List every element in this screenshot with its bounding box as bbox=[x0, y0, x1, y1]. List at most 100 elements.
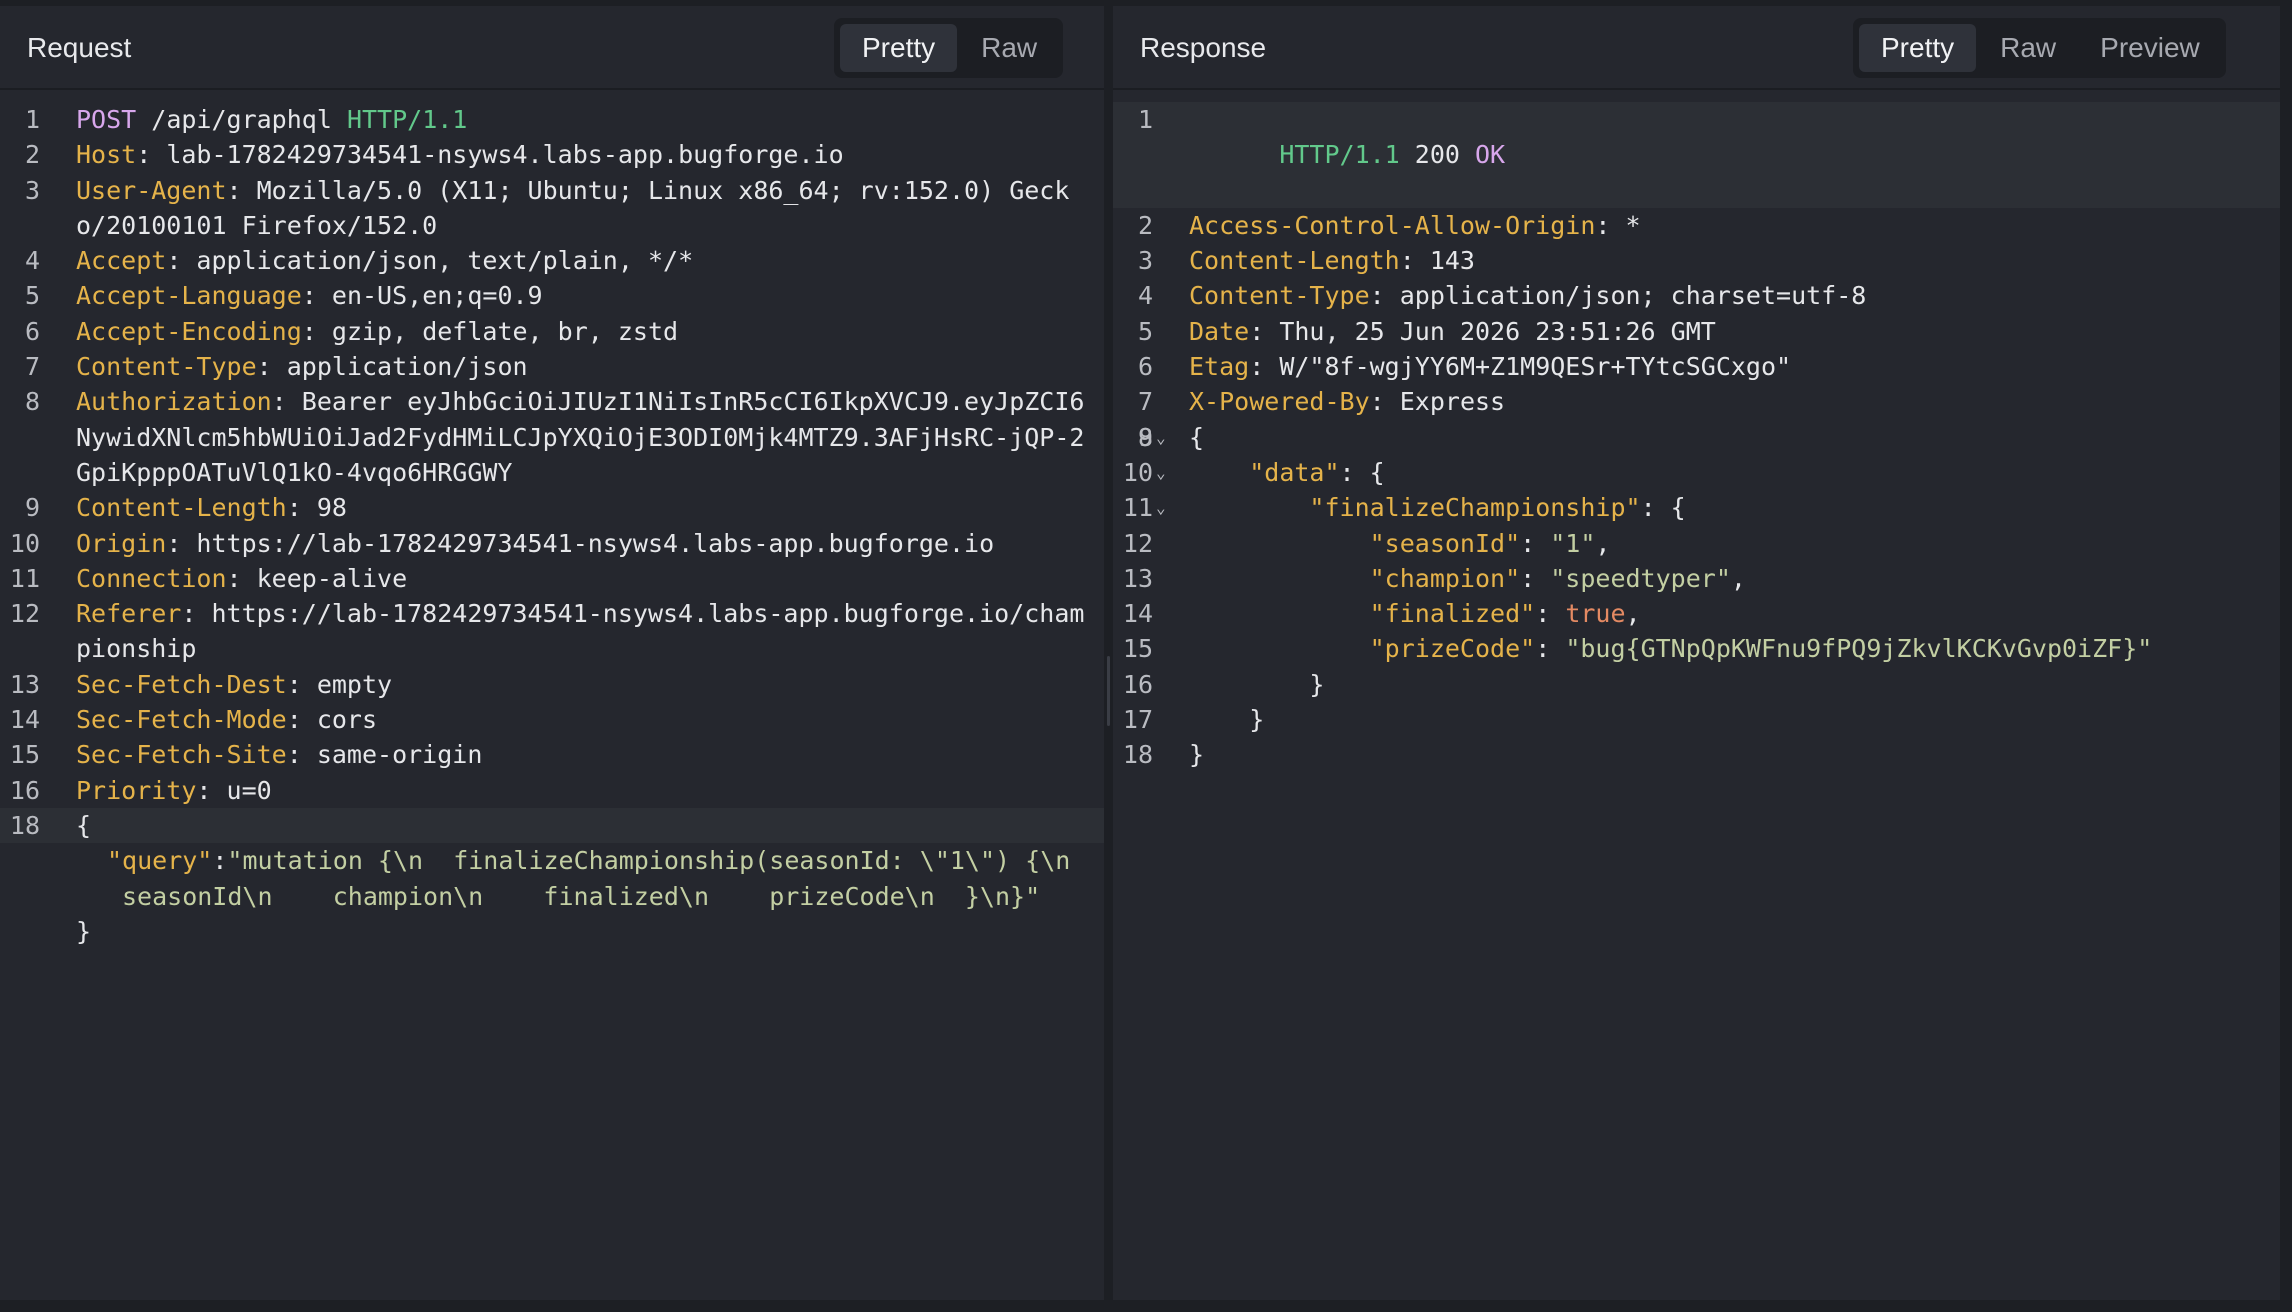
response-title: Response bbox=[1140, 32, 1267, 63]
response-editor[interactable]: 1 HTTP/1.1 200 OK 2 Access-Control-Allow-O… bbox=[1113, 102, 2280, 773]
response-tab-pretty[interactable]: Pretty bbox=[1859, 24, 1977, 72]
header-value-continued: o/20100101 Firefox/152.0 bbox=[76, 210, 438, 240]
response-header-line: 7 X-Powered-By: Express bbox=[1113, 384, 2280, 419]
json-punct: : { bbox=[1640, 493, 1686, 523]
request-line: 14 Sec-Fetch-Mode: cors bbox=[0, 702, 1104, 737]
request-line: 15 Sec-Fetch-Site: same-origin bbox=[0, 737, 1104, 772]
header-value: application/json; charset=utf-8 bbox=[1399, 281, 1867, 311]
request-view-tabs: Pretty Raw bbox=[834, 18, 1064, 78]
header-name: X-Powered-By bbox=[1189, 387, 1370, 417]
request-line: 13 Sec-Fetch-Dest: empty bbox=[0, 667, 1104, 702]
line-number: 9 bbox=[1137, 422, 1153, 452]
json-key: "finalizeChampionship" bbox=[1309, 493, 1641, 523]
json-key: "query" bbox=[107, 846, 213, 876]
json-brace: } bbox=[1189, 740, 1205, 770]
line-number: 18 bbox=[1122, 740, 1153, 770]
header-name: Content-Length bbox=[76, 493, 287, 523]
line-number: 15 bbox=[1122, 634, 1153, 664]
header-value-continued: GpiKpppOATuVlQ1kO-4vqo6HRGGWY bbox=[76, 457, 513, 487]
line-number: 1 bbox=[1137, 105, 1153, 134]
fold-chevron-icon[interactable]: ⌄ bbox=[1156, 490, 1166, 525]
json-key: "data" bbox=[1249, 457, 1340, 487]
json-key: "prizeCode" bbox=[1369, 634, 1536, 664]
header-name: Authorization bbox=[76, 387, 272, 417]
request-line: 16 Priority: u=0 bbox=[0, 773, 1104, 808]
header-value: gzip, deflate, br, zstd bbox=[331, 316, 679, 346]
header-name: Content-Type bbox=[76, 352, 257, 382]
json-key: "seasonId" bbox=[1369, 528, 1521, 558]
json-line: 18} bbox=[1113, 737, 2280, 772]
json-line: 13 "champion": "speedtyper", bbox=[1113, 561, 2280, 596]
fold-chevron-icon[interactable]: ⌄ bbox=[1156, 455, 1166, 490]
response-header-line: 6 Etag: W/"8f-wgjYY6M+Z1M9QESr+TYtcSGCxgo… bbox=[1113, 349, 2280, 384]
request-line: 12 Referer: https://lab-1782429734541-nsy… bbox=[0, 596, 1104, 631]
json-string-prize-code: "bug{GTNpQpKWFnu9fPQ9jZkvlKCKvGvp0iZF}" bbox=[1565, 634, 2153, 664]
json-key: "champion" bbox=[1369, 563, 1521, 593]
request-line: 6 Accept-Encoding: gzip, deflate, br, zst… bbox=[0, 314, 1104, 349]
json-brace: } bbox=[76, 916, 92, 946]
line-number: 8 bbox=[24, 387, 40, 417]
request-line: 5 Accept-Language: en-US,en;q=0.9 bbox=[0, 278, 1104, 313]
line-number: 12 bbox=[9, 599, 40, 629]
json-brace: { bbox=[1189, 422, 1205, 452]
response-status-code: 200 bbox=[1399, 140, 1475, 170]
response-pane: Response Pretty Raw Preview 1 HTTP/1.1 20… bbox=[1113, 6, 2280, 1306]
header-name: Origin bbox=[76, 528, 167, 558]
response-tab-raw[interactable]: Raw bbox=[1980, 24, 2076, 72]
request-body-line: "query":"mutation {\n finalizeChampionsh… bbox=[107, 846, 1071, 876]
response-protocol: HTTP/1.1 bbox=[1279, 140, 1400, 170]
request-method: POST bbox=[76, 105, 137, 134]
header-name: Accept bbox=[76, 246, 167, 276]
request-body-line: } bbox=[0, 914, 1104, 949]
line-number: 12 bbox=[1122, 528, 1153, 558]
header-value: same-origin bbox=[316, 740, 483, 770]
header-name: Accept-Language bbox=[76, 281, 302, 311]
header-value: 98 bbox=[316, 493, 347, 523]
line-number: 4 bbox=[24, 246, 40, 276]
response-header-line: 2 Access-Control-Allow-Origin: * bbox=[1113, 208, 2280, 243]
header-name: Content-Type bbox=[1189, 281, 1370, 311]
header-value: keep-alive bbox=[256, 563, 408, 593]
line-number: 10 bbox=[1122, 457, 1153, 487]
header-value: 143 bbox=[1429, 246, 1475, 276]
fold-chevron-icon[interactable]: ⌄ bbox=[1156, 420, 1166, 455]
json-line: 17 } bbox=[1113, 702, 2280, 737]
request-line-wrap: o/20100101 Firefox/152.0 bbox=[0, 208, 1104, 243]
json-string: seasonId\n champion\n finalized\n prizeC… bbox=[122, 881, 1041, 911]
json-string: "1" bbox=[1550, 528, 1596, 558]
line-number: 2 bbox=[1137, 210, 1153, 240]
request-line: 4 Accept: application/json, text/plain, *… bbox=[0, 243, 1104, 278]
response-header: Response Pretty Raw Preview bbox=[1113, 6, 2280, 90]
json-brace: } bbox=[1249, 705, 1265, 735]
response-tab-preview[interactable]: Preview bbox=[2080, 24, 2220, 72]
request-protocol: HTTP/1.1 bbox=[346, 105, 468, 134]
header-name: Sec-Fetch-Site bbox=[76, 740, 287, 770]
request-pane: Request Pretty Raw 1 POST /api/graphql HT… bbox=[0, 6, 1104, 1306]
request-tab-raw[interactable]: Raw bbox=[961, 24, 1057, 72]
request-editor[interactable]: 1 POST /api/graphql HTTP/1.1 2 Host: lab-17… bbox=[0, 102, 1104, 949]
request-tab-pretty[interactable]: Pretty bbox=[840, 24, 958, 72]
line-number: 7 bbox=[24, 352, 40, 382]
request-line: 1 POST /api/graphql HTTP/1.1 bbox=[0, 102, 1104, 137]
splitter-grip-icon[interactable] bbox=[1107, 656, 1110, 726]
line-number: 13 bbox=[1122, 563, 1153, 593]
json-line: 16 } bbox=[1113, 667, 2280, 702]
header-name: Connection bbox=[76, 563, 227, 593]
header-value: https://lab-1782429734541-nsyws4.labs-ap… bbox=[211, 599, 1085, 629]
window-right-edge bbox=[2280, 6, 2292, 1312]
line-number: 5 bbox=[1137, 316, 1153, 346]
window-bottom-strip bbox=[0, 1300, 2292, 1312]
response-status-text: OK bbox=[1475, 140, 1506, 170]
json-string: "speedtyper" bbox=[1550, 563, 1731, 593]
line-number: 14 bbox=[1122, 599, 1153, 629]
response-headers: 2 Access-Control-Allow-Origin: * 3 Content-… bbox=[1113, 208, 2280, 452]
line-number: 5 bbox=[24, 281, 40, 311]
json-line: 11 ⌄ "finalizeChampionship": { bbox=[1113, 490, 2280, 525]
request-line: 2 Host: lab-1782429734541-nsyws4.labs-app… bbox=[0, 137, 1104, 172]
header-value: https://lab-1782429734541-nsyws4.labs-ap… bbox=[196, 528, 995, 558]
pane-splitter[interactable] bbox=[1104, 6, 1113, 1312]
request-line-wrap: NywidXNlcm5hbWUiOiJad2FydHMiLCJpYXQiOjE3… bbox=[0, 420, 1104, 455]
header-value: application/json, text/plain, */* bbox=[196, 246, 694, 276]
header-name: Referer bbox=[76, 599, 182, 629]
header-value: cors bbox=[316, 705, 378, 735]
